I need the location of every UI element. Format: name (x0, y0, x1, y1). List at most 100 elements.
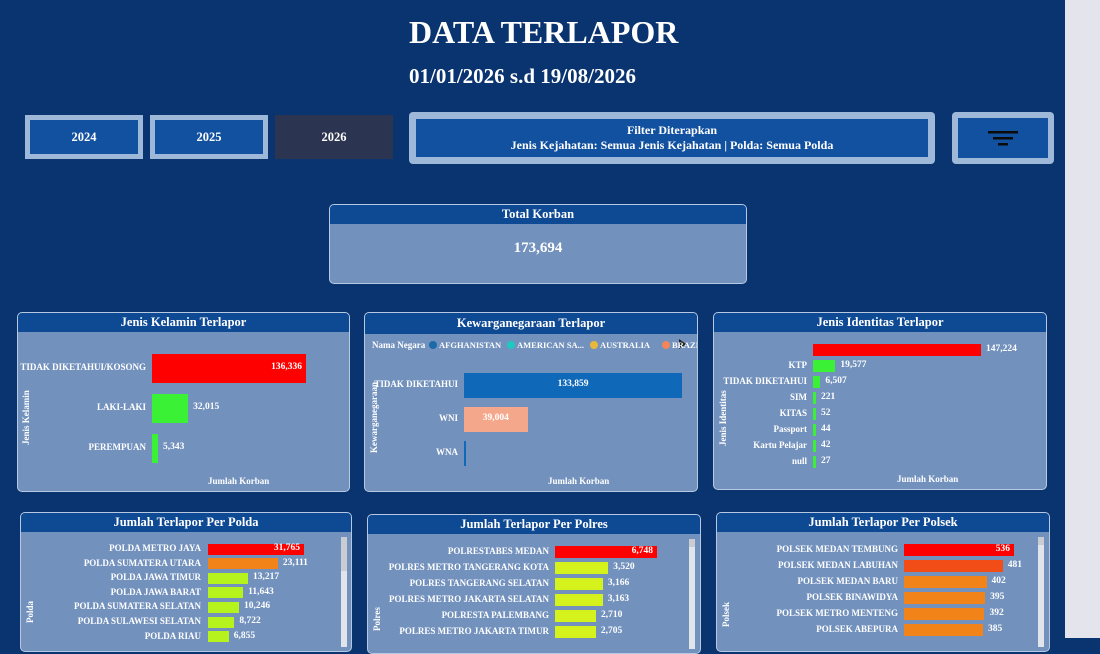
identity-row-label: Kartu Pelajar (753, 440, 807, 450)
polres-row-label: POLRES METRO TANGERANG KOTA (388, 562, 549, 572)
legend-swatch (507, 341, 515, 349)
polda-scrollbar-thumb[interactable] (341, 537, 347, 571)
polda-value-label: 10,246 (243, 601, 271, 612)
gender-bar (152, 433, 159, 463)
citizenship-row-label: WNA (436, 447, 458, 457)
polda-row-label: POLDA METRO JAYA (109, 543, 201, 553)
polda-bar (208, 631, 229, 643)
legend-swatch (429, 341, 437, 349)
polsek-row-label: POLSEK BINAWIDYA (806, 592, 898, 602)
polsek-scrollbar-thumb[interactable] (1038, 537, 1044, 545)
total-korban-value: 173,694 (513, 240, 563, 256)
polsek-value-label: 392 (989, 608, 1004, 618)
applied-filter-box: Filter Diterapkan Jenis Kejahatan: Semua… (409, 112, 935, 164)
filter-icon (988, 131, 1018, 146)
identity-row-label: null (791, 456, 807, 466)
legend-swatch (662, 341, 670, 349)
polres-chart-card: Jumlah Terlapor Per Polres Polres POLRES… (367, 514, 701, 654)
citizenship-row-label: WNI (438, 413, 458, 423)
legend-item: BRAZIL (672, 340, 697, 350)
identity-bar (813, 440, 816, 452)
identity-value-label: 52 (821, 408, 831, 418)
filter-button[interactable] (952, 112, 1054, 164)
polsek-value-label: 385 (988, 624, 1003, 634)
polres-value-label: 3,166 (607, 578, 630, 588)
polsek-row-label: POLSEK MEDAN BARU (797, 576, 898, 586)
gender-x-axis-label: Jumlah Korban (208, 476, 270, 486)
polda-row-label: POLDA JAWA BARAT (110, 586, 201, 597)
identity-row-label: Passport (773, 424, 808, 434)
citizenship-chart-title: Kewarganegaraan Terlapor (365, 313, 697, 334)
year-button-label: 2025 (155, 120, 263, 154)
polda-row-label: POLDA RIAU (144, 630, 201, 641)
gender-value-label: 136,336 (271, 362, 302, 372)
page-title: DATA TERLAPOR (409, 14, 679, 50)
identity-bar (813, 376, 821, 388)
polsek-bar (904, 576, 987, 588)
gender-row-label: TIDAK DIKETAHUI/KOSONG (20, 362, 146, 372)
year-button-2026[interactable]: 2026 (275, 115, 393, 159)
polres-chart-title: Jumlah Terlapor Per Polres (368, 515, 700, 534)
polsek-row-label: POLSEK MEDAN LABUHAN (777, 560, 898, 570)
polsek-row-label: POLSEK ABEPURA (816, 624, 898, 634)
polres-value-label: 2,710 (600, 610, 623, 620)
citizenship-chart-card: Kewarganegaraan Terlapor Nama Negara Kew… (364, 312, 698, 492)
polres-value-label: 2,705 (600, 626, 623, 636)
citizenship-value-label: 133,859 (557, 379, 589, 389)
polda-row-label: POLDA JAWA TIMUR (110, 572, 201, 583)
polsek-bar (904, 592, 986, 604)
polres-row-label: POLRESTABES MEDAN (447, 546, 549, 556)
identity-value-label: 42 (821, 440, 831, 450)
polres-value-label: 3,520 (613, 562, 635, 572)
polsek-bar (904, 560, 1003, 572)
identity-value-label: 19,577 (840, 360, 867, 370)
year-button-2025[interactable]: 2025 (150, 115, 268, 159)
year-button-2024[interactable]: 2024 (25, 115, 143, 159)
polda-value-label: 11,643 (248, 586, 274, 597)
polsek-row-label: POLSEK METRO MENTENG (776, 608, 898, 618)
polres-row-label: POLRESTA PALEMBANG (441, 610, 549, 620)
legend-item: AFGHANISTAN (439, 340, 502, 350)
gender-value-label: 5,343 (163, 442, 185, 452)
gender-bar (152, 393, 189, 423)
filter-title: Filter Diterapkan (626, 123, 718, 137)
total-korban-title: Total Korban (330, 205, 746, 224)
polres-value-label: 3,163 (607, 594, 630, 604)
gender-row-label: LAKI-LAKI (96, 402, 146, 412)
polsek-scrollbar[interactable] (1038, 537, 1044, 647)
polsek-bar (904, 608, 985, 620)
identity-value-label: 6,507 (825, 376, 847, 386)
gender-chart-card: Jenis Kelamin Terlapor Jenis Kelamin Jum… (17, 312, 350, 492)
polres-row-label: POLRES METRO JAKARTA SELATAN (389, 594, 549, 604)
polsek-value-label: 395 (990, 592, 1005, 602)
legend-item: AMERICAN SA... (517, 340, 585, 350)
polres-bar (555, 578, 603, 590)
polres-scrollbar-thumb[interactable] (689, 539, 695, 547)
gender-value-label: 32,015 (193, 402, 220, 412)
identity-x-axis-label: Jumlah Korban (897, 474, 959, 484)
polda-row-label: POLDA SULAWESI SELATAN (77, 616, 201, 626)
legend-item: AUSTRALIA (600, 340, 651, 350)
legend-title: Nama Negara (372, 340, 426, 350)
polres-bar (555, 626, 596, 638)
polsek-value-label: 536 (995, 544, 1010, 554)
polda-bar (208, 587, 244, 599)
identity-chart-card: Jenis Identitas Terlapor Jenis Identitas… (713, 312, 1047, 490)
polda-value-label: 13,217 (252, 572, 280, 583)
polda-value-label: 8,722 (239, 616, 261, 626)
polsek-bar (904, 624, 983, 636)
polsek-row-label: POLSEK MEDAN TEMBUNG (776, 544, 898, 554)
polda-bar (208, 572, 248, 584)
polsek-chart-title: Jumlah Terlapor Per Polsek (717, 513, 1049, 532)
total-korban-card: Total Korban 173,694 (329, 204, 747, 284)
polres-value-label: 6,748 (631, 546, 653, 556)
polda-row-label: POLDA SUMATERA SELATAN (73, 601, 201, 612)
identity-value-label: 27 (821, 456, 831, 466)
polres-row-label: POLRES TANGERANG SELATAN (409, 578, 549, 588)
polres-scrollbar[interactable] (689, 539, 695, 649)
polda-value-label: 6,855 (233, 630, 256, 641)
identity-value-label: 221 (821, 392, 836, 402)
year-button-label: 2024 (30, 120, 138, 154)
polda-bar (208, 558, 278, 570)
identity-value-label: 147,224 (986, 344, 1017, 354)
